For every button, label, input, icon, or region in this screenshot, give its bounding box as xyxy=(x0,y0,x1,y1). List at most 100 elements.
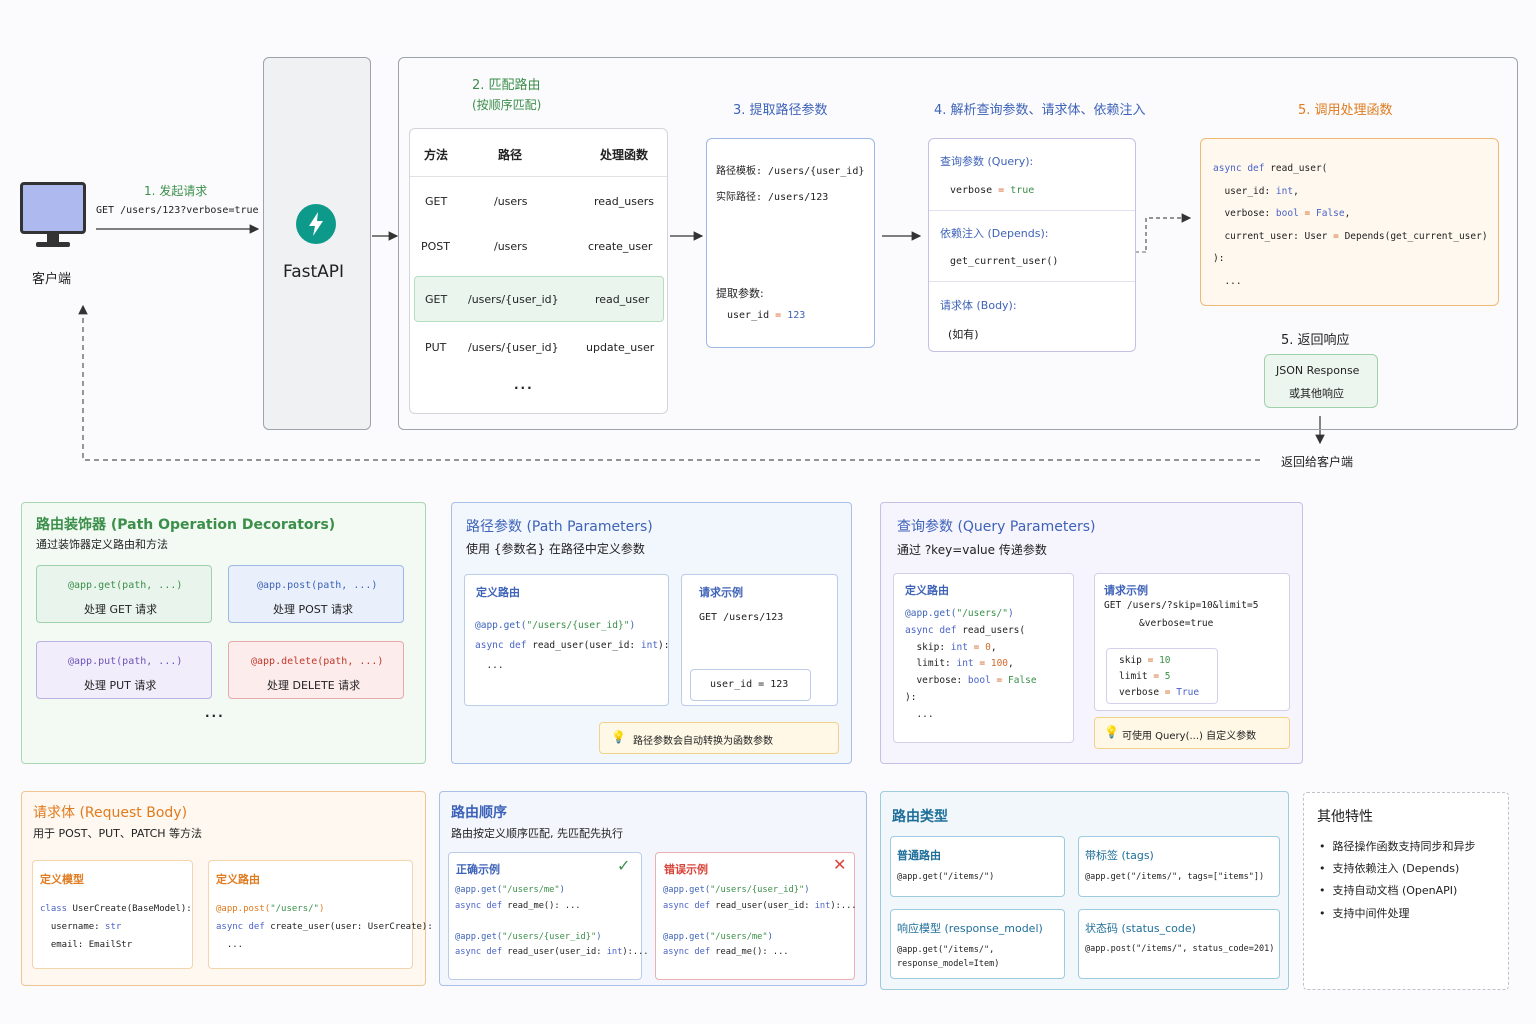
client-label: 客户端 xyxy=(32,272,72,287)
param-name: user_id xyxy=(727,310,770,321)
decorator-desc: 处理 POST 请求 xyxy=(273,603,353,616)
request-body-title: 请求体 (Request Body) xyxy=(33,805,188,821)
query-params-title: 查询参数 (Query Parameters) xyxy=(897,519,1096,535)
route-table-header-handler: 处理函数 xyxy=(600,148,649,162)
route-types-title: 路由类型 xyxy=(892,809,948,825)
table-row-handler: create_user xyxy=(588,240,653,253)
step2-title: 2. 匹配路由 xyxy=(472,78,541,93)
response-line1: JSON Response xyxy=(1276,364,1360,377)
query-example-request-cont: &verbose=true xyxy=(1139,618,1214,629)
table-row-method: GET xyxy=(425,195,448,208)
query-name: verbose xyxy=(950,185,993,196)
table-row-handler: read_user xyxy=(595,293,650,306)
close-icon: ✕ xyxy=(833,855,847,874)
decorator-desc: 处理 DELETE 请求 xyxy=(267,679,361,692)
route-type-title: 响应模型 (response_model) xyxy=(897,922,1043,935)
table-row-handler: read_users xyxy=(594,195,654,208)
query-params-subtitle: 通过 ?key=value 传递参数 xyxy=(897,543,1047,557)
path-example-title: 请求示例 xyxy=(699,586,743,599)
query-eq: = xyxy=(992,185,1011,196)
body-model-title: 定义模型 xyxy=(40,873,84,886)
extract-label: 提取参数: xyxy=(716,287,764,300)
query-title: 查询参数 (Query): xyxy=(940,155,1034,168)
decorators-title: 路由装饰器 (Path Operation Decorators) xyxy=(36,517,336,533)
path-define-code: @app.get("/users/{user_id}") async def r… xyxy=(475,620,670,671)
response-line2: 或其他响应 xyxy=(1289,387,1344,400)
query-example-title: 请求示例 xyxy=(1104,584,1148,597)
table-row-path: /users/{user_id} xyxy=(468,293,559,306)
param-value: 123 xyxy=(787,310,806,321)
list-item: • 支持自动文档 (OpenAPI) xyxy=(1319,884,1458,897)
path-params-subtitle: 使用 {参数名} 在路径中定义参数 xyxy=(466,542,645,556)
path-template-label: 路径模板: /users/{user_id} xyxy=(716,166,865,177)
route-type-title: 状态码 (status_code) xyxy=(1085,922,1196,935)
list-item: • 支持依赖注入 (Depends) xyxy=(1319,862,1460,875)
table-row-method: PUT xyxy=(425,341,447,354)
route-table-header-method: 方法 xyxy=(424,148,449,162)
query-tip-text: 可使用 Query(...) 自定义参数 xyxy=(1122,731,1257,742)
decorators-more: ... xyxy=(205,706,225,720)
query-example-result: skip = 10 limit = 5 verbose = True xyxy=(1119,655,1200,698)
query-define-code: @app.get("/users/") async def read_users… xyxy=(905,608,1037,720)
lightbulb-icon: 💡 xyxy=(1104,725,1119,739)
route-type-card xyxy=(1078,836,1280,897)
depends-value: get_current_user() xyxy=(950,256,1059,267)
route-type-code: @app.post("/items/", status_code=201) xyxy=(1085,944,1275,954)
route-type-code: @app.get("/items/") xyxy=(897,872,995,882)
step4-title: 4. 解析查询参数、请求体、依赖注入 xyxy=(934,103,1146,118)
handler-code: async def read_user( user_id: int, verbo… xyxy=(1213,163,1488,287)
client-icon xyxy=(20,182,88,252)
decorator-code: @app.delete(path, ...) xyxy=(251,656,384,667)
list-item: • 路径操作函数支持同步和异步 xyxy=(1319,840,1476,853)
query-example-request: GET /users/?skip=10&limit=5 xyxy=(1104,600,1259,611)
table-row-path: /users/{user_id} xyxy=(468,341,559,354)
query-value: verbose = true xyxy=(950,185,1034,196)
table-row-path: /users xyxy=(494,240,528,253)
step5-title: 5. 调用处理函数 xyxy=(1298,103,1393,118)
return-label: 返回给客户端 xyxy=(1281,455,1354,469)
path-define-title: 定义路由 xyxy=(476,586,520,599)
decorator-code: @app.put(path, ...) xyxy=(68,656,183,667)
body-route-code: @app.post("/users/") async def create_us… xyxy=(216,904,433,950)
step4-box xyxy=(928,138,1136,352)
step1-request: GET /users/123?verbose=true xyxy=(96,205,259,216)
fastapi-label: FastAPI xyxy=(283,262,345,282)
wrong-example-title: 错误示例 xyxy=(664,863,708,876)
correct-example-code: @app.get("/users/me") async def read_me(… xyxy=(455,885,649,958)
table-row-handler: update_user xyxy=(586,341,655,354)
route-order-title: 路由顺序 xyxy=(451,805,507,821)
decorators-subtitle: 通过装饰器定义路由和方法 xyxy=(36,538,168,551)
body-title: 请求体 (Body): xyxy=(940,299,1017,312)
route-type-title: 带标签 (tags) xyxy=(1085,849,1154,862)
decorator-desc: 处理 PUT 请求 xyxy=(84,679,157,692)
path-tip-text: 路径参数会自动转换为函数参数 xyxy=(633,736,773,747)
body-route-title: 定义路由 xyxy=(216,873,260,886)
extracted-param: user_id = 123 xyxy=(727,310,805,321)
route-type-card xyxy=(890,836,1065,897)
decorator-code: @app.post(path, ...) xyxy=(257,580,378,591)
check-icon: ✓ xyxy=(617,856,631,875)
param-eq: = xyxy=(769,310,788,321)
query-define-title: 定义路由 xyxy=(905,584,949,597)
decorator-desc: 处理 GET 请求 xyxy=(84,603,158,616)
wrong-example-code: @app.get("/users/{user_id}") async def r… xyxy=(663,885,857,958)
route-table-more: ... xyxy=(514,378,534,392)
table-row-method: GET xyxy=(425,293,448,306)
route-type-title: 普通路由 xyxy=(897,849,941,862)
route-table xyxy=(409,128,668,414)
route-type-code: @app.get("/items/", response_model=Item) xyxy=(897,945,1000,969)
depends-title: 依赖注入 (Depends): xyxy=(940,227,1049,240)
step1-title: 1. 发起请求 xyxy=(144,184,208,198)
path-params-title: 路径参数 (Path Parameters) xyxy=(466,519,653,535)
response-title: 5. 返回响应 xyxy=(1281,333,1350,348)
step2-subtitle: (按顺序匹配) xyxy=(472,98,542,112)
decorator-code: @app.get(path, ...) xyxy=(68,580,183,591)
lightbulb-icon: 💡 xyxy=(611,730,626,744)
route-table-header-path: 路径 xyxy=(498,148,523,162)
other-features-title: 其他特性 xyxy=(1317,809,1373,825)
route-type-code: @app.get("/items/", tags=["items"]) xyxy=(1085,872,1265,882)
path-example-request: GET /users/123 xyxy=(699,612,784,623)
body-value: (如有) xyxy=(948,328,979,341)
route-order-subtitle: 路由按定义顺序匹配, 先匹配先执行 xyxy=(451,827,623,840)
path-example-result: user_id = 123 xyxy=(710,679,789,690)
